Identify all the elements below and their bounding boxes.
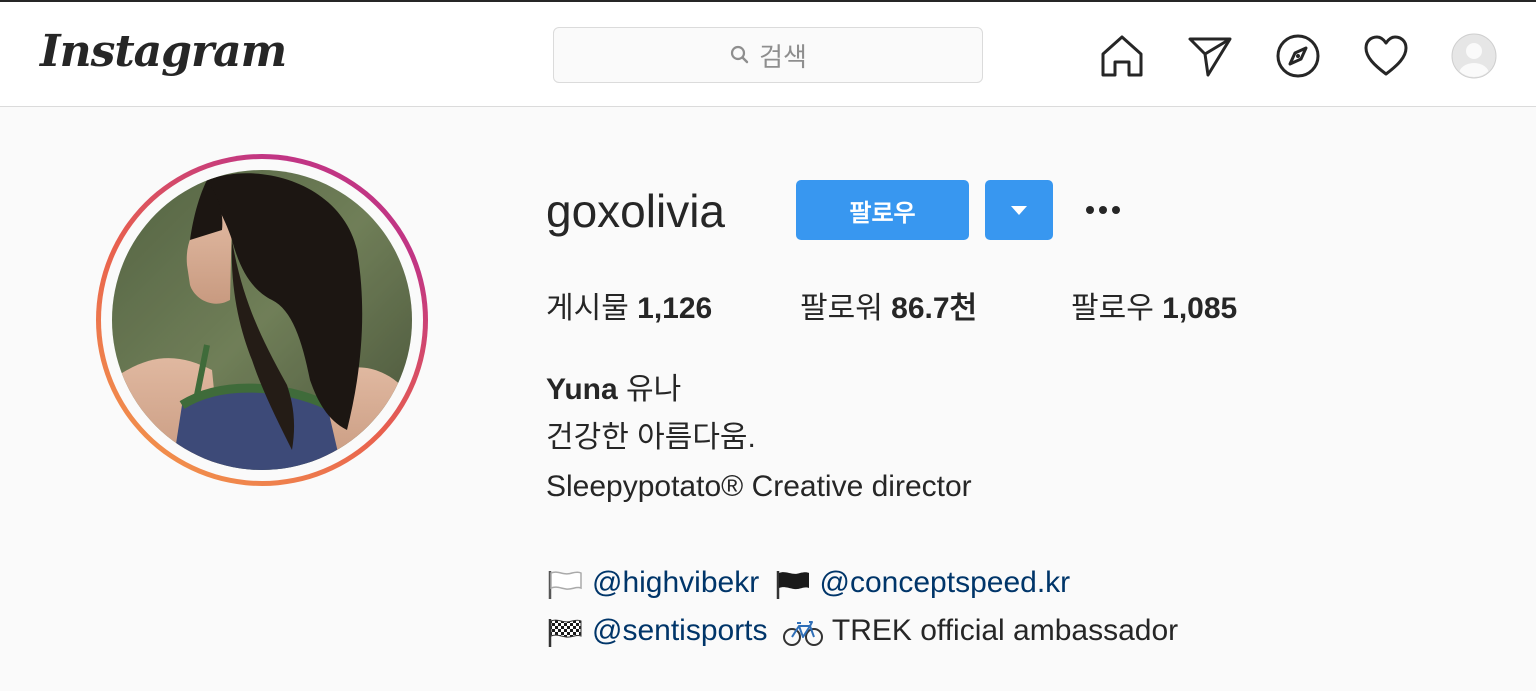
profile-photo-image bbox=[112, 170, 412, 470]
paper-plane-icon bbox=[1188, 37, 1232, 77]
following-count[interactable]: 팔로우 1,085 bbox=[1071, 290, 1237, 328]
search-icon bbox=[730, 45, 749, 64]
follow-button[interactable]: 팔로우 bbox=[796, 180, 969, 240]
black-flag-icon bbox=[776, 571, 809, 600]
more-dot-icon bbox=[1099, 206, 1107, 214]
top-nav-bar: Instagram 검색 bbox=[0, 0, 1536, 107]
suggested-accounts-button[interactable] bbox=[985, 180, 1053, 240]
checkered-flag-icon bbox=[548, 619, 582, 648]
activity-button[interactable] bbox=[1362, 32, 1410, 80]
followers-label: 팔로워 bbox=[800, 292, 883, 325]
more-dot-icon bbox=[1086, 206, 1094, 214]
bio-fullname: Yuna 유나 bbox=[546, 370, 681, 410]
bio-name: Yuna bbox=[546, 373, 618, 406]
followers-value: 86.7천 bbox=[891, 292, 978, 325]
followers-count[interactable]: 팔로워 86.7천 bbox=[800, 290, 977, 328]
instagram-logo[interactable]: Instagram bbox=[40, 26, 287, 77]
bio-line-1: 건강한 아름다움. bbox=[546, 421, 756, 454]
bicycle-icon bbox=[782, 621, 823, 647]
posts-label: 게시물 bbox=[546, 292, 629, 325]
posts-value: 1,126 bbox=[637, 292, 713, 325]
posts-count: 게시물 1,126 bbox=[546, 290, 712, 328]
mention-link[interactable]: @conceptspeed.kr bbox=[820, 566, 1071, 599]
following-value: 1,085 bbox=[1162, 292, 1238, 325]
following-label: 팔로우 bbox=[1071, 292, 1154, 325]
bio-tail-text: TREK official ambassador bbox=[831, 614, 1179, 647]
more-options-button[interactable] bbox=[1078, 190, 1128, 230]
search-placeholder: 검색 bbox=[759, 41, 807, 72]
bio-line-mentions-1: @highvibekr @conceptspeed.kr bbox=[546, 563, 1070, 603]
home-button[interactable] bbox=[1098, 32, 1146, 80]
profile-username: goxolivia bbox=[546, 185, 725, 237]
white-flag-icon bbox=[548, 571, 582, 600]
bio-line-2: Sleepypotato® Creative director bbox=[546, 470, 972, 503]
bio-name-suffix: 유나 bbox=[626, 373, 682, 406]
profile-button[interactable] bbox=[1450, 32, 1498, 80]
mention-link[interactable]: @sentisports bbox=[592, 614, 768, 647]
profile-picture-ring[interactable] bbox=[96, 154, 428, 486]
profile-picture bbox=[112, 170, 412, 470]
mention-link[interactable]: @highvibekr bbox=[592, 566, 759, 599]
bio-line-mentions-2: @sentisports TREK official ambassador bbox=[546, 611, 1178, 651]
search-input[interactable]: 검색 bbox=[553, 27, 983, 83]
chevron-down-icon bbox=[1011, 205, 1027, 215]
direct-button[interactable] bbox=[1186, 32, 1234, 80]
home-icon bbox=[1101, 35, 1143, 77]
explore-button[interactable] bbox=[1274, 32, 1322, 80]
heart-icon bbox=[1364, 35, 1408, 76]
profile-picture-border bbox=[101, 159, 423, 481]
more-dot-icon bbox=[1112, 206, 1120, 214]
compass-icon bbox=[1276, 34, 1320, 78]
avatar-icon bbox=[1451, 33, 1497, 79]
